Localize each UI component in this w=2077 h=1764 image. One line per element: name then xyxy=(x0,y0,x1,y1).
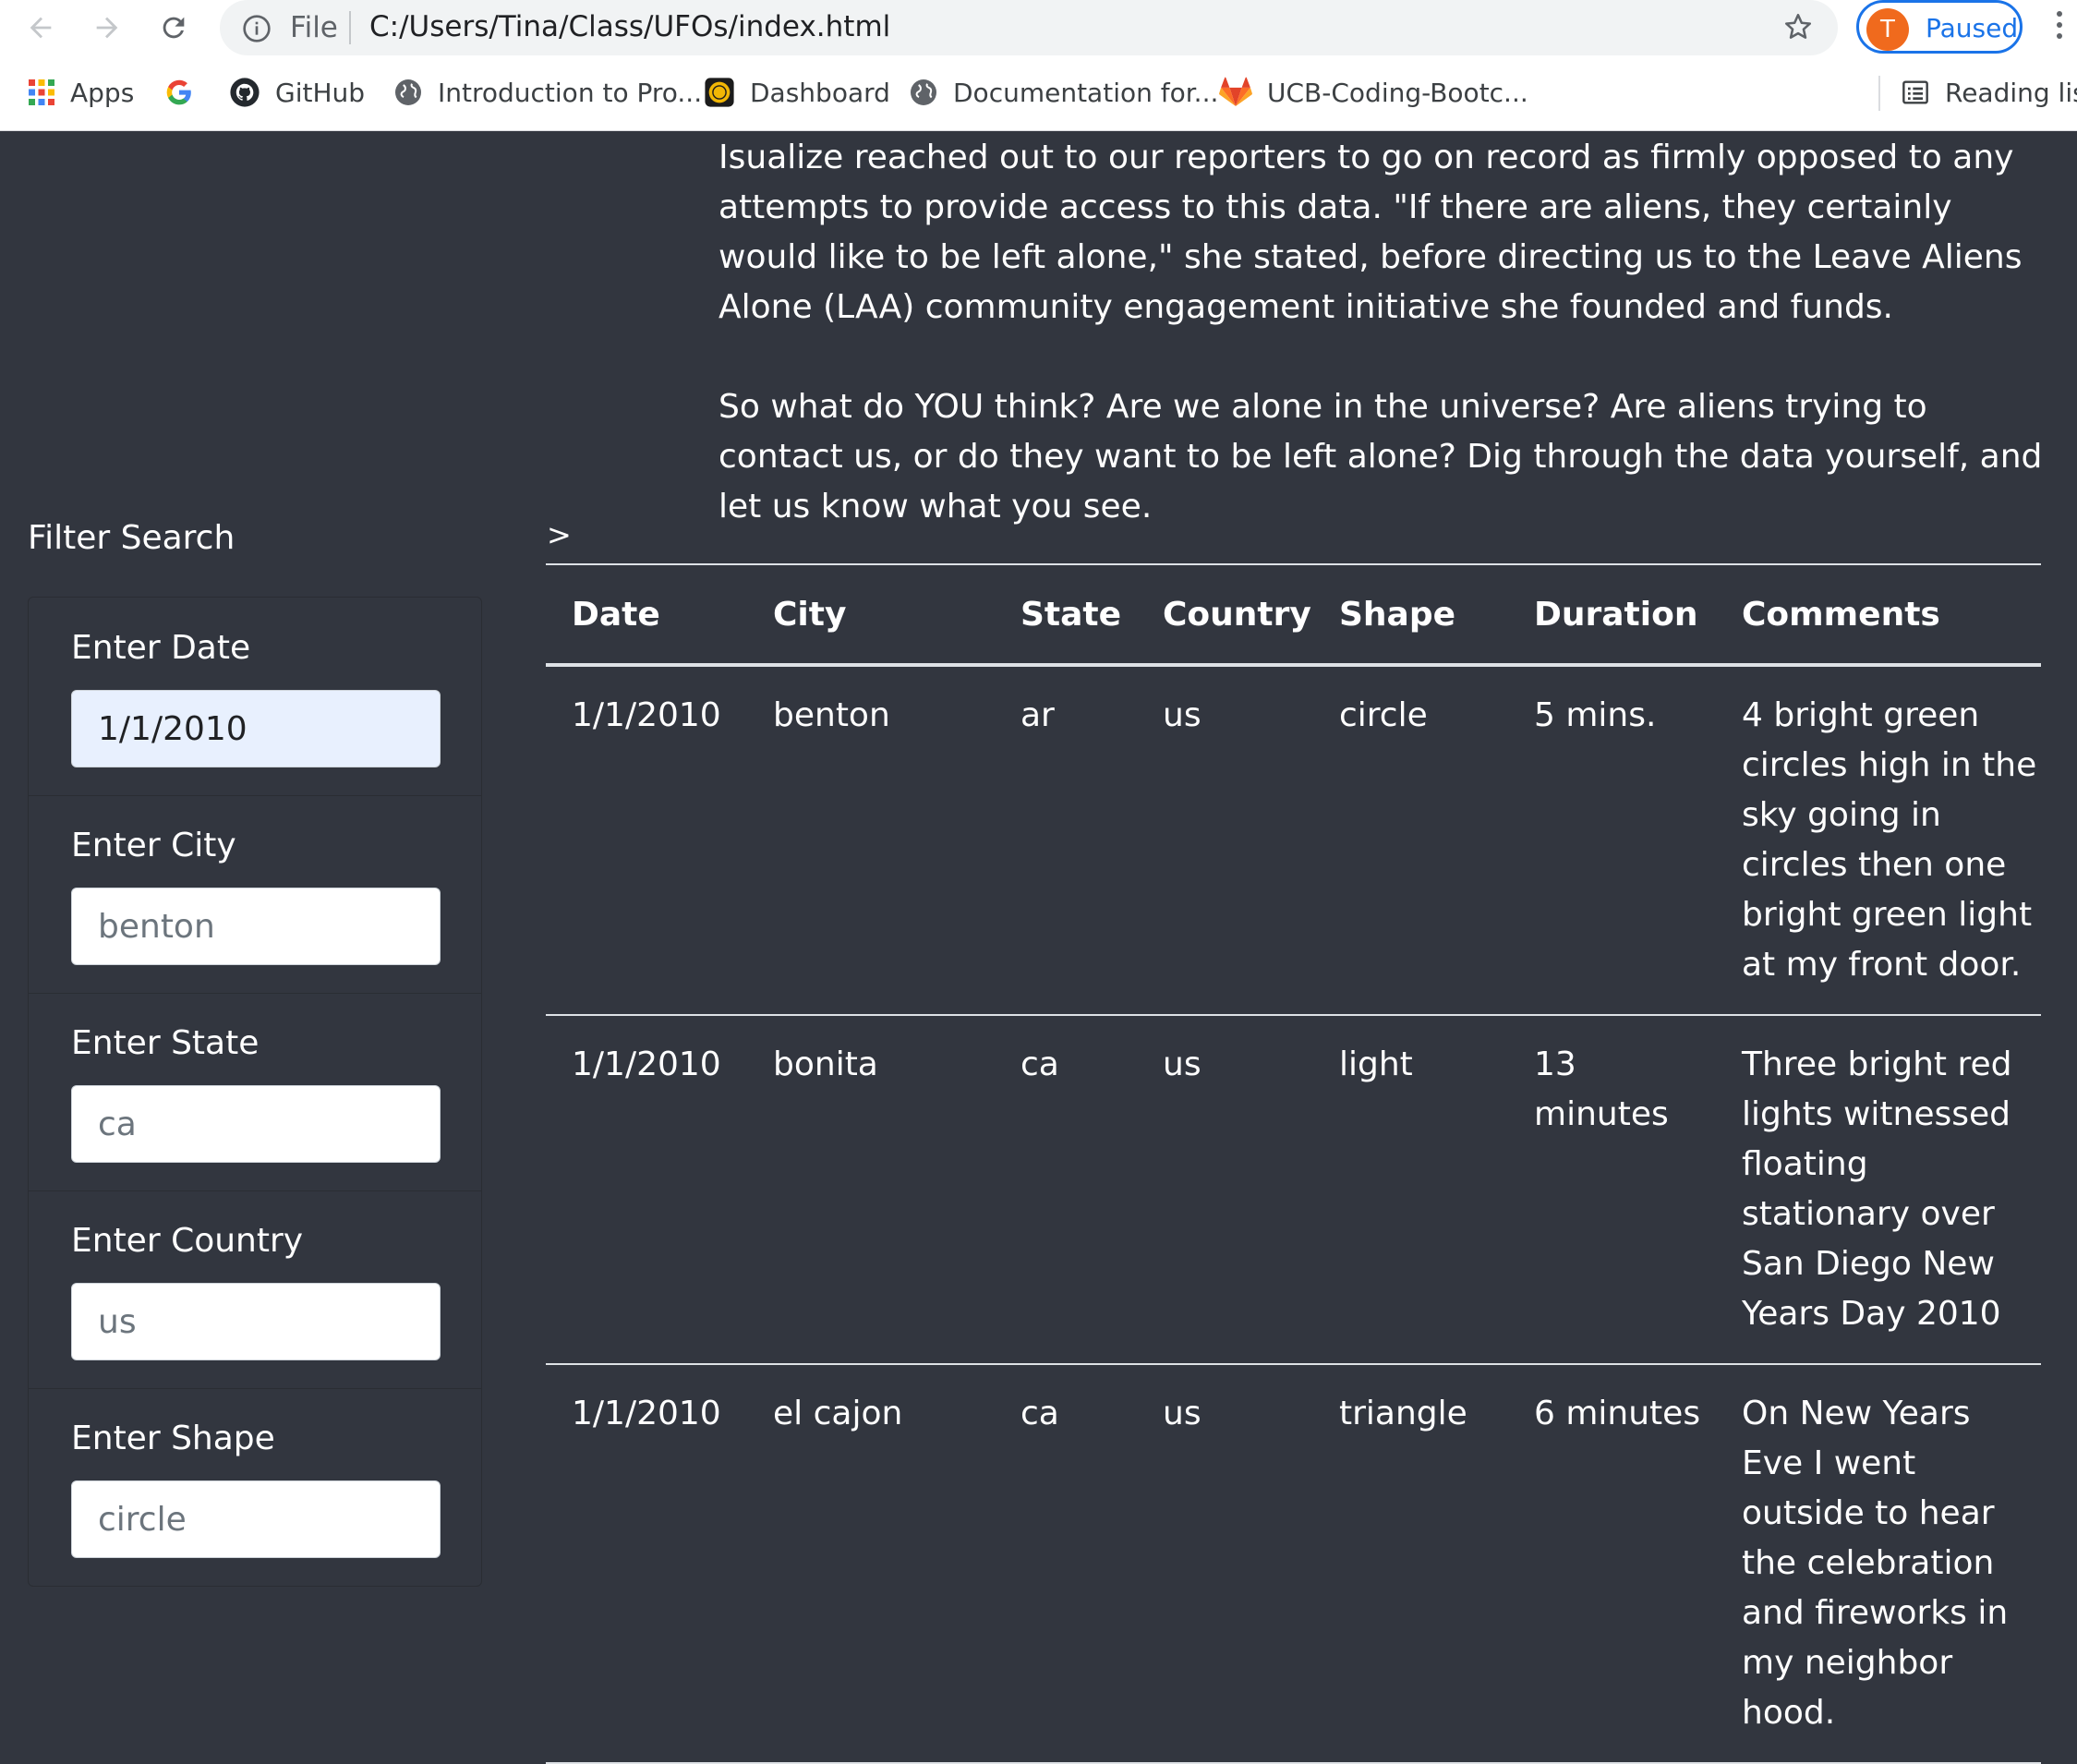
city-input[interactable] xyxy=(71,888,441,965)
state-label: Enter State xyxy=(71,1024,260,1062)
back-button[interactable] xyxy=(20,7,61,48)
bookmark-google[interactable] xyxy=(164,74,209,111)
shape-input[interactable] xyxy=(71,1480,441,1558)
cell-duration: 13 minutes xyxy=(1508,1015,1716,1365)
header-country: Country xyxy=(1137,565,1313,667)
bookmark-dashboard[interactable]: Dashboard xyxy=(704,74,890,111)
header-comments: Comments xyxy=(1716,565,2041,667)
header-city: City xyxy=(747,565,995,667)
cell-comments: Three bright red lights witnessed floati… xyxy=(1716,1015,2041,1365)
city-label: Enter City xyxy=(71,827,236,864)
kebab-menu-icon[interactable] xyxy=(2048,6,2071,50)
cell-city: benton xyxy=(747,665,995,1016)
bookmark-documentation[interactable]: Documentation for... xyxy=(909,74,1218,111)
bookmark-apps[interactable]: Apps xyxy=(28,74,134,111)
address-bar[interactable]: File C:/Users/Tina/Class/UFOs/index.html xyxy=(220,0,1838,55)
reading-list-button[interactable]: Reading list xyxy=(1901,74,2077,111)
apps-grid-icon xyxy=(28,79,55,106)
date-label: Enter Date xyxy=(71,629,251,667)
cell-date: 1/1/2010 xyxy=(546,665,747,1016)
table-row: 1/1/2010 benton ar us circle 5 mins. 4 b… xyxy=(546,665,2041,1016)
cell-state: ca xyxy=(995,1364,1137,1764)
table-row: 1/1/2010 el cajon ca us triangle 6 minut… xyxy=(546,1364,2041,1764)
reading-list-icon xyxy=(1901,78,1930,107)
avatar: T xyxy=(1866,8,1909,51)
cell-country: us xyxy=(1137,1015,1313,1365)
state-input[interactable] xyxy=(71,1085,441,1163)
ufo-sightings-table: Date City State Country Shape Duration C… xyxy=(546,565,2041,1764)
cell-date: 1/1/2010 xyxy=(546,1015,747,1365)
reload-button[interactable] xyxy=(153,7,194,48)
bookmarks-bar: Apps GitHub Introduction to Pro... Dashb… xyxy=(0,55,2077,131)
cell-city: bonita xyxy=(747,1015,995,1365)
profile-status: Paused xyxy=(1926,13,2019,43)
browser-toolbar: File C:/Users/Tina/Class/UFOs/index.html… xyxy=(0,0,2077,55)
cell-comments: On New Years Eve I went outside to hear … xyxy=(1716,1364,2041,1764)
page-content: Isualize reached out to our reporters to… xyxy=(0,131,2077,1764)
cell-country: us xyxy=(1137,1364,1313,1764)
header-state: State xyxy=(995,565,1137,667)
info-icon[interactable] xyxy=(242,14,272,47)
header-duration: Duration xyxy=(1508,565,1716,667)
filter-panel: Enter Date Enter City Enter State Enter … xyxy=(28,597,482,1587)
filter-group-country: Enter Country xyxy=(29,1190,481,1389)
forward-button[interactable] xyxy=(87,7,127,48)
reload-icon xyxy=(163,17,185,39)
globe-icon xyxy=(393,78,423,107)
forward-arrow-icon xyxy=(96,17,118,39)
omnibox-divider xyxy=(349,11,351,44)
cell-shape: light xyxy=(1313,1015,1508,1365)
profile-button[interactable]: T Paused xyxy=(1856,0,2023,54)
cell-city: el cajon xyxy=(747,1364,995,1764)
cell-state: ar xyxy=(995,665,1137,1016)
bookmark-github[interactable]: GitHub xyxy=(229,74,365,111)
header-date: Date xyxy=(546,565,747,667)
github-icon xyxy=(229,77,260,108)
bookmark-label: Dashboard xyxy=(750,77,890,108)
country-label: Enter Country xyxy=(71,1222,304,1260)
bookmark-label: Documentation for... xyxy=(953,77,1219,108)
filter-group-city: Enter City xyxy=(29,795,481,994)
shape-label: Enter Shape xyxy=(71,1420,275,1457)
cell-state: ca xyxy=(995,1015,1137,1365)
globe-icon xyxy=(909,78,938,107)
reading-list-label: Reading list xyxy=(1945,77,2077,108)
google-g-icon xyxy=(164,78,194,107)
filter-search-title: Filter Search xyxy=(28,519,235,557)
table-row: 1/1/2010 bonita ca us light 13 minutes T… xyxy=(546,1015,2041,1365)
date-input[interactable] xyxy=(71,690,441,767)
table-header-row: Date City State Country Shape Duration C… xyxy=(546,565,2041,667)
bookmark-label: UCB-Coding-Bootc... xyxy=(1267,77,1528,108)
bookmark-star-icon[interactable] xyxy=(1782,11,1814,46)
gitlab-icon xyxy=(1219,77,1252,108)
cell-duration: 6 minutes xyxy=(1508,1364,1716,1764)
cell-comments: 4 bright green circles high in the sky g… xyxy=(1716,665,2041,1016)
url-text[interactable]: C:/Users/Tina/Class/UFOs/index.html xyxy=(369,10,890,43)
cell-shape: circle xyxy=(1313,665,1508,1016)
stray-caret-text: > xyxy=(547,517,572,552)
filter-group-shape: Enter Shape xyxy=(29,1388,481,1586)
article-paragraph: So what do YOU think? Are we alone in th… xyxy=(718,388,2043,526)
bookmark-introduction[interactable]: Introduction to Pro... xyxy=(393,74,702,111)
header-shape: Shape xyxy=(1313,565,1508,667)
country-input[interactable] xyxy=(71,1283,441,1360)
cell-country: us xyxy=(1137,665,1313,1016)
scheme-label: File xyxy=(290,11,338,44)
article-paragraph: Isualize reached out to our reporters to… xyxy=(718,139,2023,326)
bookmark-label: Introduction to Pro... xyxy=(438,77,703,108)
cell-duration: 5 mins. xyxy=(1508,665,1716,1016)
back-arrow-icon xyxy=(30,17,52,39)
bookmark-label: GitHub xyxy=(275,77,366,108)
dashboard-logo-icon xyxy=(704,77,735,108)
bookmarks-divider xyxy=(1878,76,1880,111)
bookmark-label: Apps xyxy=(70,77,135,108)
filter-group-state: Enter State xyxy=(29,993,481,1191)
bookmark-ucb-coding-bootcamp[interactable]: UCB-Coding-Bootc... xyxy=(1219,74,1528,111)
cell-shape: triangle xyxy=(1313,1364,1508,1764)
filter-group-date: Enter Date xyxy=(29,598,481,796)
cell-date: 1/1/2010 xyxy=(546,1364,747,1764)
